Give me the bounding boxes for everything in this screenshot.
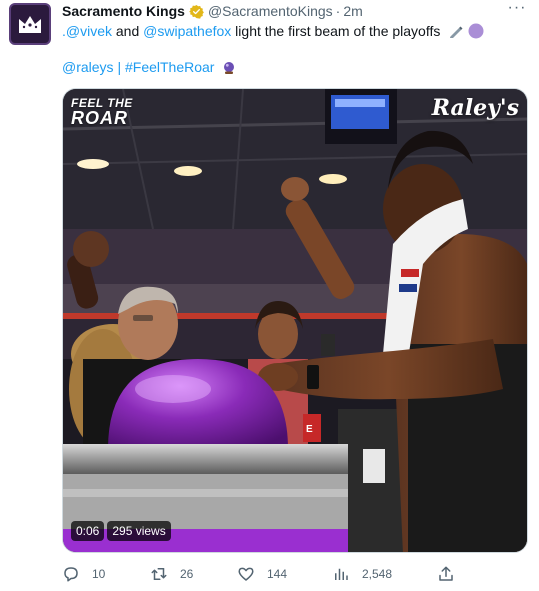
mention-vivek[interactable]: .@vivek: [62, 23, 112, 39]
more-icon[interactable]: ···: [507, 0, 527, 19]
video-view-count: 295 views: [107, 521, 171, 541]
retweet-icon: [151, 568, 167, 580]
purple-circle-icon: [468, 23, 484, 43]
feel-the-roar-logo: FEEL THE ROAR: [71, 96, 133, 128]
avatar[interactable]: [9, 3, 51, 45]
hashtag-feeltheroar[interactable]: #FeelTheRoar: [125, 59, 215, 75]
pencil-icon: [448, 23, 464, 43]
views-button[interactable]: 2,548: [332, 563, 392, 585]
logo-line2: ROAR: [71, 108, 128, 128]
reply-button[interactable]: 10: [62, 563, 105, 585]
tweet-header: Sacramento Kings @SacramentoKings · 2m: [62, 2, 363, 20]
reply-count: 10: [92, 567, 106, 581]
share-icon: [439, 566, 453, 581]
text-and: and: [112, 23, 144, 39]
verified-badge-icon: [189, 4, 204, 19]
espn-logo: E: [306, 424, 313, 435]
views-icon: [335, 568, 348, 580]
tweet[interactable]: Sacramento Kings @SacramentoKings · 2m ·…: [0, 0, 539, 591]
video-frame: E: [63, 89, 527, 552]
share-button[interactable]: [437, 563, 467, 585]
mention-swipathefox[interactable]: @swipathefox: [143, 23, 231, 39]
sponsor-logo: Raley's: [431, 95, 519, 121]
reply-icon: [64, 567, 78, 582]
timestamp[interactable]: 2m: [343, 3, 362, 19]
like-button[interactable]: 144: [237, 563, 287, 585]
author-handle[interactable]: @SacramentoKings: [208, 3, 333, 19]
video-stats: 0:06 295 views: [71, 521, 174, 541]
view-count: 2,548: [362, 567, 393, 581]
action-bar: 10 26 144 2,548: [62, 563, 512, 585]
tweet-text-line1: .@vivek and @swipathefox light the first…: [62, 22, 484, 43]
mention-raleys[interactable]: @raleys: [62, 59, 114, 75]
crown-icon: [19, 16, 41, 33]
text-rest: light the first beam of the playoffs: [231, 23, 441, 39]
retweet-button[interactable]: 26: [150, 563, 193, 585]
video-player[interactable]: E FEEL THE ROAR Raley's 0:06 295 views: [62, 88, 528, 553]
retweet-count: 26: [180, 567, 194, 581]
separator-dot: ·: [335, 3, 341, 19]
like-icon: [238, 567, 254, 581]
crystal-ball-icon: [222, 61, 236, 79]
text-separator: |: [113, 59, 125, 75]
like-count: 144: [267, 567, 288, 581]
author-name[interactable]: Sacramento Kings: [62, 3, 185, 19]
tweet-text-line2: @raleys | #FeelTheRoar: [62, 58, 236, 79]
video-duration: 0:06: [71, 521, 105, 541]
